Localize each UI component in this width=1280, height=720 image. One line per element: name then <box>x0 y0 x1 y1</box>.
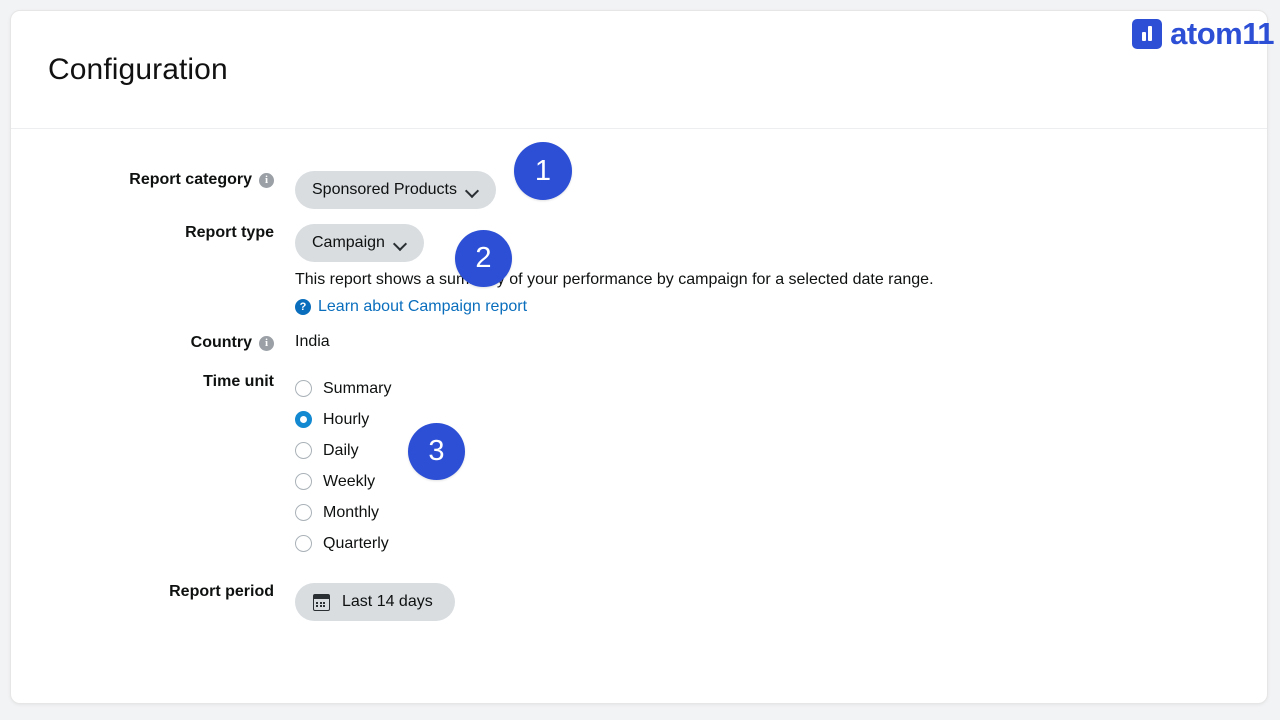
radio-icon <box>295 504 312 522</box>
report-category-value: Sponsored Products <box>312 181 457 198</box>
report-type-label: Report type <box>185 224 274 241</box>
radio-label: Daily <box>323 441 359 459</box>
time-unit-row: Time unit Summary Hourly Daily Weekly Mo… <box>11 373 1267 559</box>
time-unit-label: Time unit <box>203 373 274 391</box>
country-field: India <box>295 334 1267 350</box>
step-badge-2: 2 <box>455 230 512 287</box>
page-root: atom11 Configuration Report category i S… <box>0 0 1280 720</box>
calendar-icon <box>313 593 330 611</box>
step-badge-1: 1 <box>514 142 572 200</box>
radio-label: Quarterly <box>323 534 389 552</box>
radio-icon <box>295 380 312 398</box>
country-value: India <box>295 333 330 351</box>
report-type-dropdown[interactable]: Campaign <box>295 224 424 262</box>
report-category-field: Sponsored Products <box>295 171 1267 209</box>
report-category-label-group: Report category i <box>11 171 295 189</box>
report-type-field: Campaign <box>295 224 1267 262</box>
learn-about-report-link-label: Learn about Campaign report <box>318 298 528 316</box>
report-type-label-group: Report type <box>11 224 295 242</box>
configuration-form: Report category i Sponsored Products Rep… <box>11 129 1267 622</box>
chevron-down-icon <box>394 237 407 250</box>
card-header: Configuration <box>11 11 1267 129</box>
time-unit-label-group: Time unit <box>11 373 295 391</box>
report-period-row: Report period Last 14 days <box>11 583 1267 622</box>
country-label: Country <box>190 334 252 352</box>
page-title: Configuration <box>48 52 228 86</box>
configuration-card: Configuration Report category i Sponsore… <box>10 10 1268 704</box>
time-unit-summary-radio[interactable]: Summary <box>295 373 1267 404</box>
report-category-label: Report category <box>129 171 252 188</box>
country-label-group: Country i <box>11 334 295 352</box>
report-type-row: Report type Campaign <box>11 224 1267 262</box>
report-type-description-field: This report shows a summary of your perf… <box>295 262 1267 316</box>
report-period-value: Last 14 days <box>342 593 433 611</box>
time-unit-monthly-radio[interactable]: Monthly <box>295 497 1267 528</box>
report-category-dropdown[interactable]: Sponsored Products <box>295 171 496 209</box>
radio-selected-icon <box>295 411 312 429</box>
brand-logo: atom11 <box>1132 18 1274 49</box>
radio-label: Summary <box>323 379 392 397</box>
country-row: Country i India <box>11 334 1267 352</box>
radio-icon <box>295 473 312 491</box>
radio-icon <box>295 442 312 460</box>
question-circle-icon: ? <box>295 299 311 316</box>
report-type-value: Campaign <box>312 234 385 251</box>
radio-label: Weekly <box>323 472 376 490</box>
step-badge-3: 3 <box>408 423 465 480</box>
radio-icon <box>295 535 312 553</box>
radio-label: Hourly <box>323 410 370 428</box>
radio-label: Monthly <box>323 503 380 521</box>
report-period-label: Report period <box>169 583 274 601</box>
report-type-description-row: This report shows a summary of your perf… <box>11 262 1267 316</box>
bar-chart-mark-icon <box>1141 26 1153 41</box>
info-icon[interactable]: i <box>259 335 274 351</box>
report-period-picker[interactable]: Last 14 days <box>295 583 455 622</box>
chevron-down-icon <box>466 184 479 197</box>
report-category-row: Report category i Sponsored Products <box>11 171 1267 209</box>
report-period-label-group: Report period <box>11 583 295 601</box>
learn-about-report-link[interactable]: ? Learn about Campaign report <box>295 298 527 316</box>
report-type-description: This report shows a summary of your perf… <box>295 271 934 288</box>
brand-name: atom11 <box>1170 16 1274 51</box>
brand-mark-icon <box>1132 18 1163 49</box>
info-icon[interactable]: i <box>259 172 274 188</box>
time-unit-quarterly-radio[interactable]: Quarterly <box>295 528 1267 559</box>
report-period-field: Last 14 days <box>295 583 1267 622</box>
